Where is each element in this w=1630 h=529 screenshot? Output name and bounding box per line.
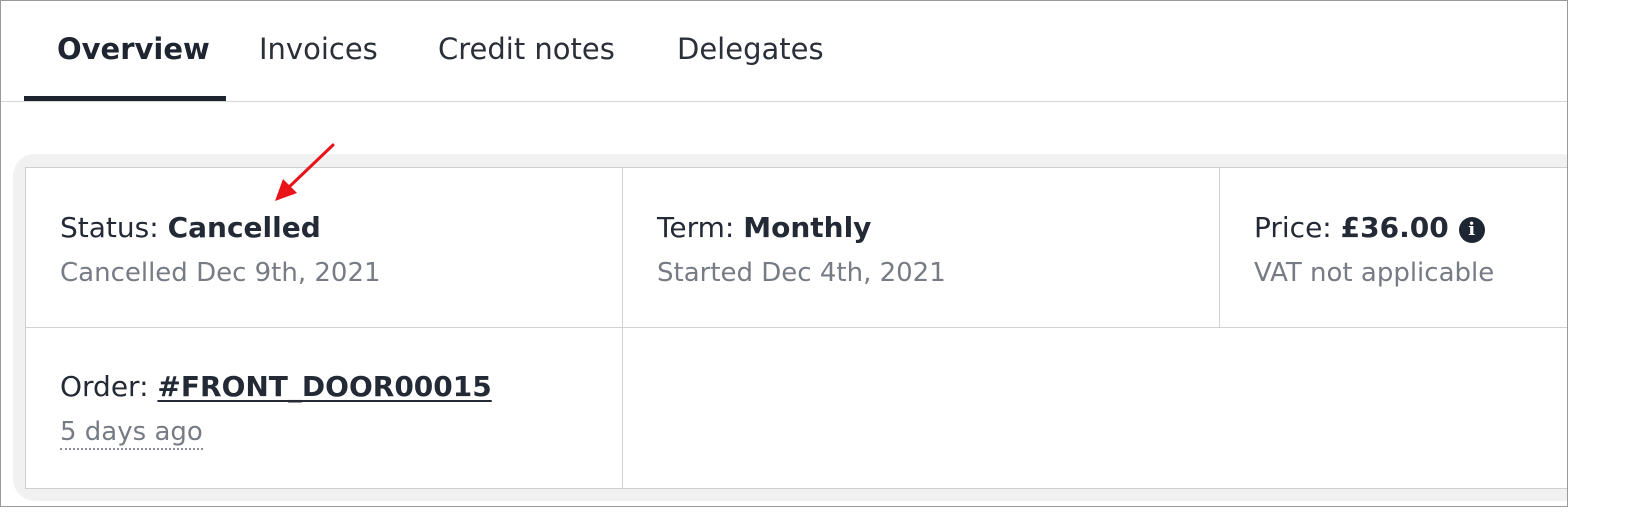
price-label: Price:	[1254, 211, 1332, 244]
column-divider	[1219, 168, 1220, 327]
term-subtext: Started Dec 4th, 2021	[657, 258, 946, 288]
order-label: Order:	[60, 370, 149, 403]
tab-bar: Overview Invoices Credit notes Delegates	[1, 1, 1567, 102]
order-subtext: 5 days ago	[60, 416, 492, 450]
order-relative-time[interactable]: 5 days ago	[60, 417, 203, 450]
info-icon[interactable]: i	[1458, 217, 1485, 243]
term-value: Monthly	[743, 211, 872, 244]
order-link[interactable]: #FRONT_DOOR00015	[157, 370, 491, 403]
order-cell: Order: #FRONT_DOOR00015 5 days ago	[60, 370, 492, 450]
tab-overview[interactable]: Overview	[57, 31, 210, 67]
status-value: Cancelled	[167, 211, 321, 244]
details-card: Status: Cancelled Cancelled Dec 9th, 202…	[25, 167, 1567, 489]
price-subtext: VAT not applicable	[1254, 258, 1495, 288]
tab-credit-notes[interactable]: Credit notes	[438, 31, 615, 67]
order-line: Order: #FRONT_DOOR00015	[60, 370, 492, 404]
status-line: Status: Cancelled	[60, 211, 381, 245]
column-divider	[622, 168, 623, 488]
subscription-panel: Overview Invoices Credit notes Delegates…	[0, 0, 1568, 507]
status-label: Status:	[60, 211, 159, 244]
tab-invoices[interactable]: Invoices	[259, 31, 378, 67]
price-value: £36.00	[1340, 211, 1449, 244]
status-subtext: Cancelled Dec 9th, 2021	[60, 258, 381, 288]
annotation-arrow-icon	[275, 143, 335, 201]
term-line: Term: Monthly	[657, 211, 946, 245]
price-line: Price: £36.00 i	[1254, 211, 1494, 245]
tab-delegates[interactable]: Delegates	[677, 31, 824, 67]
active-tab-indicator	[24, 96, 226, 101]
term-cell: Term: Monthly Started Dec 4th, 2021	[657, 211, 946, 289]
price-cell: Price: £36.00 i VAT not applicable	[1254, 211, 1494, 289]
row-divider	[26, 327, 1567, 328]
term-label: Term:	[657, 211, 735, 244]
status-cell: Status: Cancelled Cancelled Dec 9th, 202…	[60, 211, 381, 289]
